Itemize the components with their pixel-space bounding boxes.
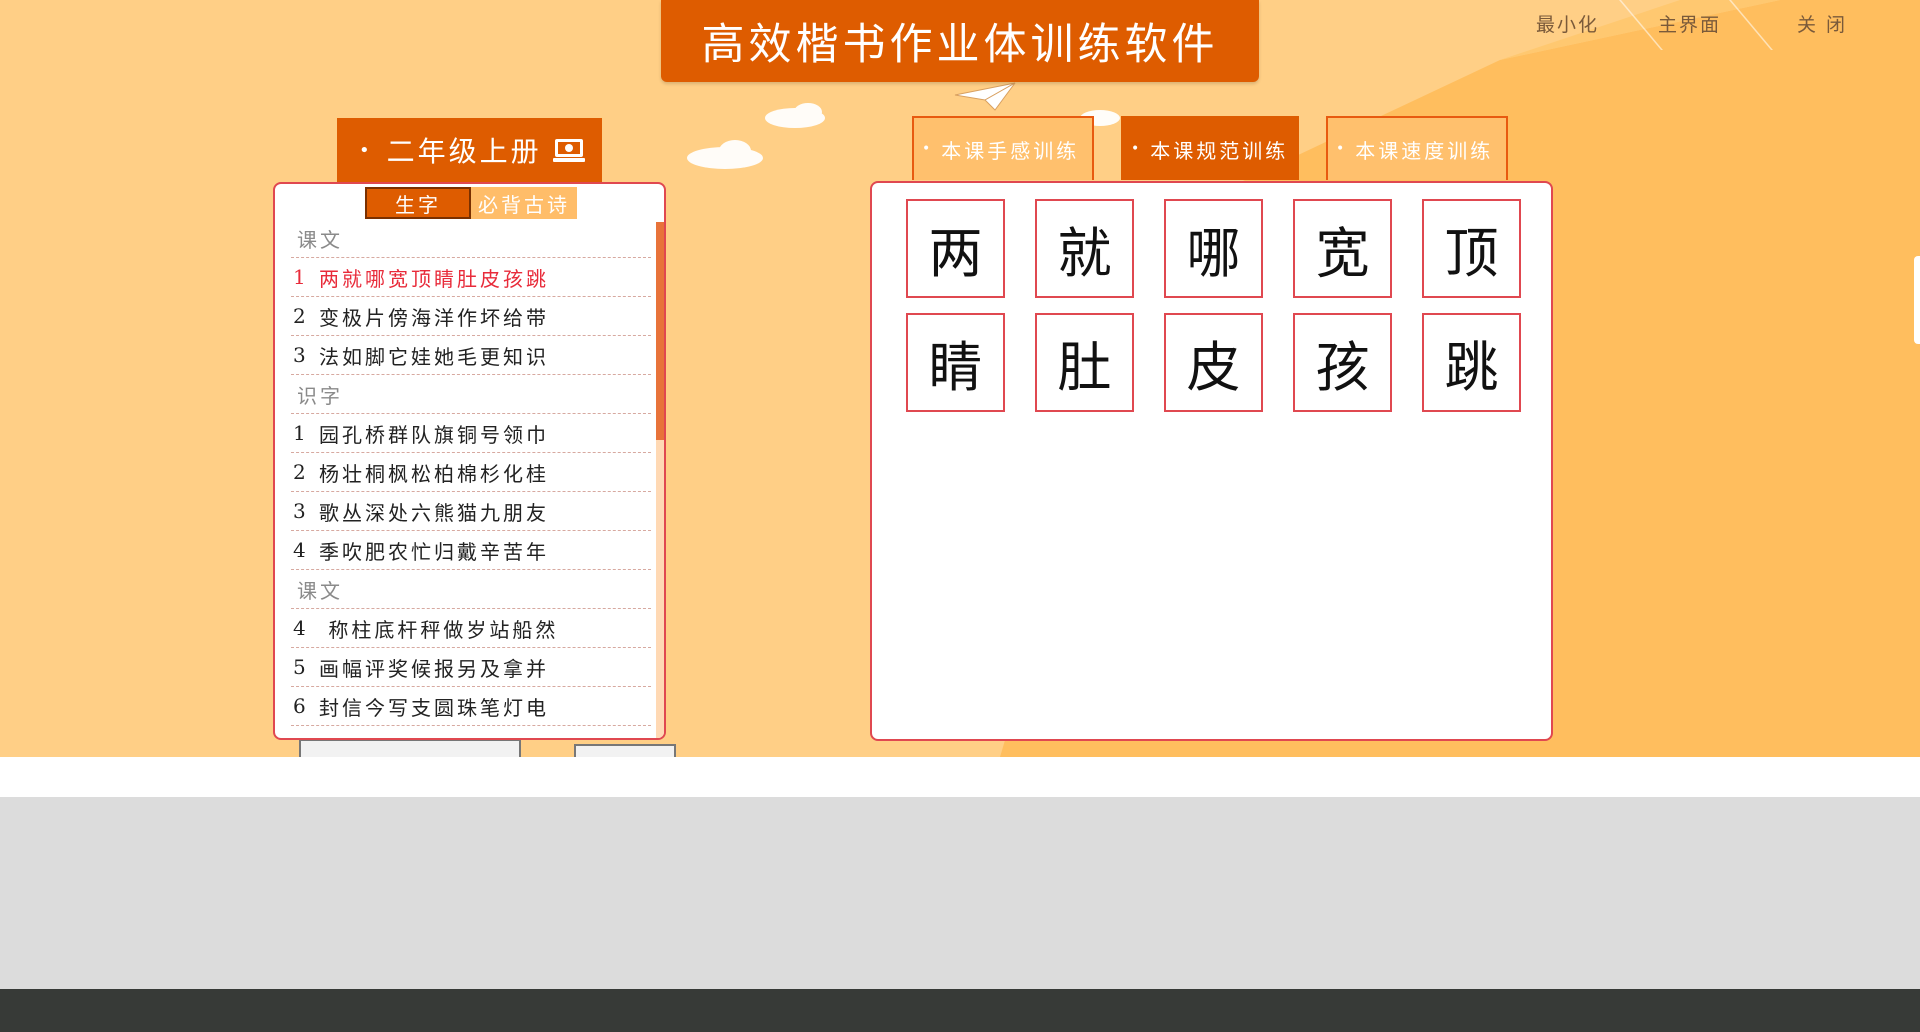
lesson-item[interactable]: 2 杨壮桐枫松柏棉杉化桂 xyxy=(291,453,651,492)
character-cell[interactable]: 顶 xyxy=(1422,199,1521,298)
lesson-item[interactable]: 3 歌丛深处六熊猫九朋友 xyxy=(291,492,651,531)
lesson-item[interactable]: 2 变极片傍海洋作坏给带 xyxy=(291,297,651,336)
section-label: 识字 xyxy=(297,383,343,408)
lesson-item[interactable]: 3 法如脚它娃她毛更知识 xyxy=(291,336,651,375)
character-cell[interactable]: 宽 xyxy=(1293,199,1392,298)
tab-label: 本课规范训练 xyxy=(1150,138,1289,163)
character-cell[interactable]: 睛 xyxy=(906,313,1005,412)
tab-feel-training[interactable]: • 本课手感训练 xyxy=(912,116,1094,180)
lesson-number: 4 xyxy=(293,616,309,640)
app-title: 高效楷书作业体训练软件 xyxy=(661,0,1259,82)
lesson-characters: 法如脚它娃她毛更知识 xyxy=(319,344,549,369)
tab-standard-training[interactable]: • 本课规范训练 xyxy=(1121,116,1299,180)
minimize-button[interactable]: 最小化 xyxy=(1536,10,1599,37)
lesson-item[interactable]: 1 两就哪宽顶睛肚皮孩跳 xyxy=(291,258,651,297)
lesson-item[interactable]: 4 称柱底杆秤做岁站船然 xyxy=(291,609,651,648)
tab-classic-poems[interactable]: 必背古诗 xyxy=(471,187,577,219)
character-panel: 两就哪宽顶睛肚皮孩跳 xyxy=(870,181,1553,741)
character-cell[interactable]: 哪 xyxy=(1164,199,1263,298)
section-header: 课文 xyxy=(291,219,651,258)
lesson-number: 2 xyxy=(293,304,309,328)
lesson-list: 课文 1 两就哪宽顶睛肚皮孩跳 2 变极片傍海洋作坏给带 3 法如脚它娃她毛更知识识字 1 园孔… xyxy=(291,219,651,726)
tab-new-characters[interactable]: 生字 xyxy=(365,187,471,219)
lesson-panel: 生字 必背古诗 课文 1 两就哪宽顶睛肚皮孩跳 2 变极片傍海洋作坏给带 3 法如脚它娃她毛… xyxy=(273,182,666,740)
character-cell[interactable]: 肚 xyxy=(1035,313,1134,412)
grade-selector[interactable]: • 二年级上册 xyxy=(337,118,602,182)
ground-band xyxy=(0,757,1920,797)
scroll-thumb[interactable] xyxy=(656,222,664,440)
lesson-number: 4 xyxy=(293,538,309,562)
lesson-characters: 园孔桥群队旗铜号领巾 xyxy=(319,422,549,447)
lesson-number: 3 xyxy=(293,499,309,523)
lesson-number: 6 xyxy=(293,694,309,718)
lesson-characters: 称柱底杆秤做岁站船然 xyxy=(319,617,559,642)
paper-plane-icon xyxy=(954,82,1016,111)
tab-speed-training[interactable]: • 本课速度训练 xyxy=(1326,116,1508,180)
lesson-item[interactable]: 5 画幅评奖候报另及拿并 xyxy=(291,648,651,687)
lesson-number: 2 xyxy=(293,460,309,484)
lesson-characters: 季吹肥农忙归戴辛苦年 xyxy=(319,539,549,564)
lesson-characters: 画幅评奖候报另及拿并 xyxy=(319,656,549,681)
character-cell[interactable]: 跳 xyxy=(1422,313,1521,412)
character-cell[interactable]: 孩 xyxy=(1293,313,1392,412)
section-label: 课文 xyxy=(297,578,343,603)
grade-label: 二年级上册 xyxy=(386,135,542,168)
lesson-number: 1 xyxy=(293,421,309,445)
lesson-item[interactable]: 6 封信今写支圆珠笔灯电 xyxy=(291,687,651,726)
monitor-book-icon xyxy=(552,139,585,162)
tab-label: 本课手感训练 xyxy=(941,138,1080,163)
character-grid: 两就哪宽顶睛肚皮孩跳 xyxy=(906,199,1521,412)
character-cell[interactable]: 就 xyxy=(1035,199,1134,298)
lesson-characters: 两就哪宽顶睛肚皮孩跳 xyxy=(319,266,549,291)
bullet-dot: • xyxy=(922,141,934,157)
bullet-dot: • xyxy=(1336,141,1348,157)
lesson-scrollbar[interactable] xyxy=(656,222,664,738)
lesson-characters: 变极片傍海洋作坏给带 xyxy=(319,305,549,330)
bullet-dot: • xyxy=(359,139,373,161)
side-handle[interactable] xyxy=(1914,256,1920,344)
tab-label: 本课速度训练 xyxy=(1355,138,1494,163)
subtab-bar: 生字 必背古诗 xyxy=(365,187,577,219)
section-header: 识字 xyxy=(291,375,651,414)
lesson-number: 3 xyxy=(293,343,309,367)
lesson-characters: 封信今写支圆珠笔灯电 xyxy=(319,695,549,720)
lesson-number: 5 xyxy=(293,655,309,679)
bullet-dot: • xyxy=(1131,141,1143,157)
buildings-illustration xyxy=(299,739,676,757)
main-menu-button[interactable]: 主界面 xyxy=(1658,10,1721,37)
section-header: 课文 xyxy=(291,570,651,609)
lesson-number: 1 xyxy=(293,265,309,289)
close-button[interactable]: 关 闭 xyxy=(1797,10,1847,37)
lesson-characters: 杨壮桐枫松柏棉杉化桂 xyxy=(319,461,549,486)
lesson-item[interactable]: 1 园孔桥群队旗铜号领巾 xyxy=(291,414,651,453)
section-label: 课文 xyxy=(297,227,343,252)
lesson-item[interactable]: 4 季吹肥农忙归戴辛苦年 xyxy=(291,531,651,570)
lower-area xyxy=(0,797,1920,989)
character-cell[interactable]: 两 xyxy=(906,199,1005,298)
taskbar xyxy=(0,989,1920,1032)
lesson-characters: 歌丛深处六熊猫九朋友 xyxy=(319,500,549,525)
character-cell[interactable]: 皮 xyxy=(1164,313,1263,412)
